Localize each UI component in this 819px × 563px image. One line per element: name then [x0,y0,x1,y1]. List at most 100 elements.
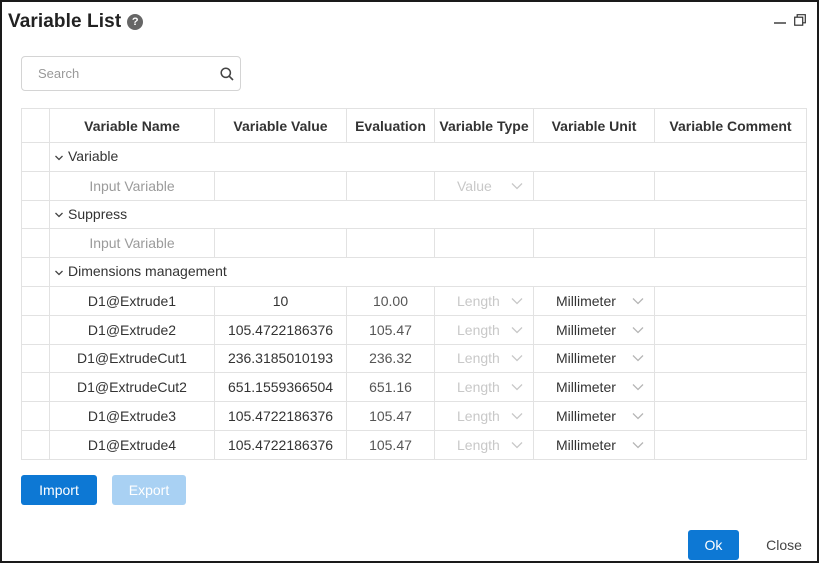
group-header[interactable]: Variable [49,142,807,172]
group-header[interactable]: Dimensions management [49,257,807,287]
type-select[interactable]: Length [434,285,534,316]
variable-value-cell[interactable]: 10 [214,285,347,316]
type-select[interactable]: Length [434,372,534,403]
input-variable-cell[interactable]: Input Variable [49,170,215,201]
unit-cell[interactable] [533,228,655,259]
variable-name-cell[interactable]: D1@Extrude4 [49,429,215,460]
variable-name-cell[interactable]: D1@Extrude2 [49,314,215,345]
table-row[interactable]: D1@Extrude4 105.4722186376 105.47 Length Mil… [21,429,807,460]
search-icon[interactable] [214,57,240,90]
evaluation-cell: 105.47 [346,401,435,431]
header-variable-name[interactable]: Variable Name [49,108,215,143]
chevron-down-icon [511,441,523,449]
row-handle [21,314,50,345]
comment-cell[interactable] [654,372,807,403]
unit-select[interactable]: Millimeter [533,314,655,345]
type-select[interactable]: Length [434,401,534,431]
chevron-down-icon [511,326,523,334]
header-variable-type[interactable]: Variable Type [434,108,534,143]
unit-select[interactable]: Millimeter [533,401,655,431]
value-cell[interactable] [214,228,347,259]
unit-select-value: Millimeter [556,292,616,309]
table-row[interactable]: D1@ExtrudeCut1 236.3185010193 236.32 Length… [21,343,807,374]
chevron-down-icon[interactable] [54,150,64,166]
variable-value-cell[interactable]: 105.4722186376 [214,429,347,460]
row-handle [21,372,50,403]
chevron-down-icon [511,412,523,420]
minimize-icon[interactable] [773,13,787,27]
chevron-down-icon [511,182,523,190]
evaluation-cell: 105.47 [346,314,435,345]
unit-select[interactable]: Millimeter [533,372,655,403]
chevron-down-icon [632,383,644,391]
type-cell[interactable] [434,228,534,259]
type-select-value: Length [457,436,500,453]
chevron-down-icon[interactable] [54,265,64,281]
variable-name-cell[interactable]: D1@Extrude3 [49,401,215,431]
table-row[interactable]: D1@ExtrudeCut2 651.1559366504 651.16 Length… [21,372,807,403]
value-cell[interactable] [214,170,347,201]
type-select-value: Length [457,292,500,309]
comment-cell[interactable] [654,429,807,460]
restore-icon[interactable] [793,13,807,27]
row-handle-header [21,108,50,143]
row-handle [21,170,50,201]
header-variable-comment[interactable]: Variable Comment [654,108,807,143]
comment-cell[interactable] [654,401,807,431]
row-handle [21,142,50,172]
export-button[interactable]: Export [112,475,186,505]
group-row-dimensions: Dimensions management [21,257,807,287]
comment-cell[interactable] [654,285,807,316]
row-handle [21,257,50,287]
window-controls [773,13,807,27]
evaluation-cell [346,228,435,259]
row-handle [21,429,50,460]
table-row[interactable]: D1@Extrude2 105.4722186376 105.47 Length Mil… [21,314,807,345]
chevron-down-icon [511,354,523,362]
type-select[interactable]: Value [434,170,534,201]
header-evaluation[interactable]: Evaluation [346,108,435,143]
header-variable-value[interactable]: Variable Value [214,108,347,143]
variable-value-cell[interactable]: 236.3185010193 [214,343,347,374]
chevron-down-icon[interactable] [54,207,64,223]
unit-cell[interactable] [533,170,655,201]
close-button[interactable]: Close [758,530,810,560]
unit-select[interactable]: Millimeter [533,285,655,316]
table-row[interactable]: D1@Extrude3 105.4722186376 105.47 Length Mil… [21,401,807,431]
type-select[interactable]: Length [434,314,534,345]
header-variable-unit[interactable]: Variable Unit [533,108,655,143]
table-header-row: Variable Name Variable Value Evaluation … [21,108,807,143]
evaluation-cell: 105.47 [346,429,435,460]
chevron-down-icon [632,326,644,334]
type-select[interactable]: Length [434,343,534,374]
type-select[interactable]: Length [434,429,534,460]
variable-value-cell[interactable]: 105.4722186376 [214,314,347,345]
unit-select[interactable]: Millimeter [533,343,655,374]
help-icon[interactable]: ? [127,14,144,30]
ok-button[interactable]: Ok [688,530,739,560]
evaluation-cell [346,170,435,201]
unit-select-value: Millimeter [556,350,616,367]
search-input[interactable] [22,57,214,90]
group-header[interactable]: Suppress [49,199,807,230]
variable-name-cell[interactable]: D1@ExtrudeCut2 [49,372,215,403]
input-row-variable: Input Variable Value [21,170,807,201]
unit-select[interactable]: Millimeter [533,429,655,460]
variable-table: Variable Name Variable Value Evaluation … [21,108,807,460]
group-label: Variable [68,148,119,165]
variable-value-cell[interactable]: 105.4722186376 [214,401,347,431]
variable-name-cell[interactable]: D1@ExtrudeCut1 [49,343,215,374]
variable-value-cell[interactable]: 651.1559366504 [214,372,347,403]
variable-name-cell[interactable]: D1@Extrude1 [49,285,215,316]
comment-cell[interactable] [654,170,807,201]
evaluation-cell: 10.00 [346,285,435,316]
title-bar: Variable List ? [8,8,144,36]
import-button[interactable]: Import [21,475,97,505]
comment-cell[interactable] [654,228,807,259]
comment-cell[interactable] [654,343,807,374]
input-variable-cell[interactable]: Input Variable [49,228,215,259]
evaluation-cell: 651.16 [346,372,435,403]
table-row[interactable]: D1@Extrude1 10 10.00 Length Millimeter [21,285,807,316]
unit-select-value: Millimeter [556,379,616,396]
comment-cell[interactable] [654,314,807,345]
